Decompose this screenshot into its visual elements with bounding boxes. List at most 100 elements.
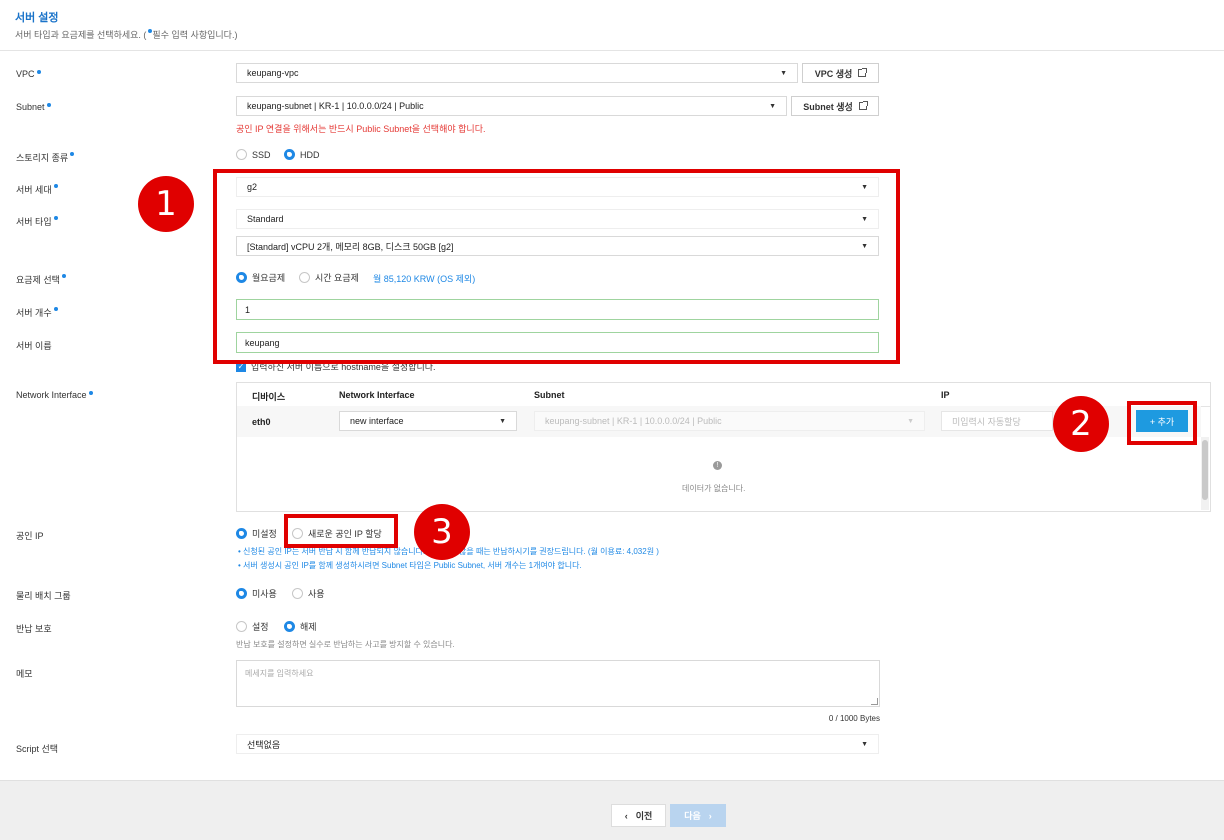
script-select-value: 선택없음 [247,739,281,750]
empty-message: 데이터가 없습니다. [682,484,746,493]
page-title: 서버 설정 [15,12,59,24]
server-name-label: 서버 이름 [16,341,52,351]
dropdown-caret-icon: ▼ [861,740,868,748]
dropdown-caret-icon: ▼ [907,417,914,425]
required-dot-icon [88,391,93,395]
public-ip-option-none[interactable]: 미설정 [236,527,277,540]
radio-selected-icon [284,621,295,632]
annotation-badge-1: 1 [138,176,194,232]
subtitle-prefix: 서버 타입과 요금제를 선택하세요. ( [15,30,147,40]
memo-textarea[interactable]: 메세지를 입력하세요 [236,660,880,707]
server-type-label: 서버 타입 [16,215,58,228]
radio-icon [236,621,247,632]
memo-byte-counter: 0 / 1000 Bytes [828,714,880,723]
storage-option-label: SSD [252,149,271,160]
column-header-ip: IP [941,390,950,400]
required-dot-icon [53,184,58,188]
prev-button[interactable]: ‹ 이전 [611,804,666,827]
dropdown-caret-icon: ▼ [780,69,787,77]
external-link-icon [858,68,868,77]
annotation-box-1 [213,169,900,364]
vpc-select-value: keupang-vpc [247,68,299,78]
dropdown-caret-icon: ▼ [769,102,776,110]
server-count-label: 서버 개수 [16,306,58,319]
ip-input[interactable]: 미입력시 자동할당 [941,411,1053,431]
info-icon: ! [713,461,722,470]
vpc-label: VPC [16,69,41,79]
generation-label: 서버 세대 [16,183,58,196]
external-link-icon [858,101,868,110]
annotation-badge-2: 2 [1053,396,1109,452]
memo-label: 메모 [16,669,33,679]
subnet-warning: 공인 IP 연결을 위해서는 반드시 Public Subnet을 선택해야 합… [236,124,486,134]
return-protection-note: 반납 보호를 설정하면 실수로 반납하는 사고를 방지할 수 있습니다. [236,640,455,649]
network-interface-label-text: Network Interface [16,390,87,400]
network-interface-label: Network Interface [16,390,93,400]
subnet-label: Subnet [16,102,51,112]
radio-selected-icon [236,588,247,599]
radio-icon [236,149,247,160]
subnet-select[interactable]: keupang-subnet | KR-1 | 10.0.0.0/24 | Pu… [236,96,787,116]
protection-option-set[interactable]: 설정 [236,620,269,633]
required-dot-icon [36,70,41,74]
page-subtitle: 서버 타입과 요금제를 선택하세요. ( 필수 입력 사항입니다.) [15,28,237,41]
public-ip-note-2: • 서버 생성시 공인 IP를 함께 생성하시려면 Subnet 타입은 Pub… [238,561,582,570]
storage-option-label: HDD [300,149,320,160]
column-header-device: 디바이스 [252,392,286,402]
next-button[interactable]: 다음 › [670,804,726,827]
placement-option-used[interactable]: 사용 [292,587,325,600]
placement-group-label: 물리 배치 그룹 [16,591,71,601]
protection-option-label: 설정 [252,622,269,632]
resize-handle-icon[interactable] [871,698,878,705]
server-type-label-text: 서버 타입 [16,217,52,227]
annotation-badge-3: 3 [414,504,470,560]
prev-button-label: 이전 [635,811,653,821]
required-dot-icon [53,216,58,220]
protection-option-label: 해제 [300,622,317,632]
storage-label: 스토리지 종류 [16,151,75,164]
chevron-left-icon: ‹ [624,810,628,821]
header-divider [0,50,1224,51]
protection-option-unset[interactable]: 해제 [284,620,317,633]
next-button-label: 다음 [684,811,701,821]
interface-select-value: new interface [350,416,404,426]
return-protection-label: 반납 보호 [16,624,52,634]
ip-placeholder: 미입력시 자동할당 [952,416,1021,427]
subnet-select-value: keupang-subnet | KR-1 | 10.0.0.0/24 | Pu… [247,101,424,111]
generation-label-text: 서버 세대 [16,185,52,195]
storage-label-text: 스토리지 종류 [16,153,69,163]
storage-option-ssd[interactable]: SSD [236,149,271,160]
placement-option-unused[interactable]: 미사용 [236,587,277,600]
annotation-box-3 [284,514,398,548]
required-dot-icon [61,274,66,278]
interface-select[interactable]: new interface ▼ [339,411,517,431]
subnet-create-button[interactable]: Subnet 생성 [791,96,879,116]
subnet-label-text: Subnet [16,102,45,112]
scrollbar-thumb[interactable] [1202,440,1208,500]
public-ip-label: 공인 IP [16,531,44,541]
vpc-select[interactable]: keupang-vpc ▼ [236,63,798,83]
row-subnet-value: keupang-subnet | KR-1 | 10.0.0.0/24 | Pu… [545,416,722,426]
required-dot-icon [46,103,51,107]
row-device: eth0 [252,417,271,427]
vpc-create-button[interactable]: VPC 생성 [802,63,879,83]
script-label: Script 선택 [16,744,59,754]
radio-selected-icon [284,149,295,160]
required-dot-icon [53,307,58,311]
column-header-subnet: Subnet [534,390,565,400]
pricing-label: 요금제 선택 [16,273,66,286]
public-ip-option-label: 미설정 [252,529,277,539]
row-subnet-select: keupang-subnet | KR-1 | 10.0.0.0/24 | Pu… [534,411,925,431]
placement-option-label: 사용 [308,589,325,599]
radio-icon [292,588,303,599]
annotation-box-2 [1127,401,1197,445]
subtitle-suffix: 필수 입력 사항입니다.) [152,30,238,40]
radio-selected-icon [236,528,247,539]
vpc-label-text: VPC [16,69,35,79]
subnet-create-label: Subnet 생성 [803,101,853,112]
script-select[interactable]: 선택없음 ▼ [236,734,879,754]
storage-option-hdd[interactable]: HDD [284,149,320,160]
placement-option-label: 미사용 [252,589,277,599]
pricing-label-text: 요금제 선택 [16,275,60,285]
chevron-right-icon: › [708,810,712,821]
